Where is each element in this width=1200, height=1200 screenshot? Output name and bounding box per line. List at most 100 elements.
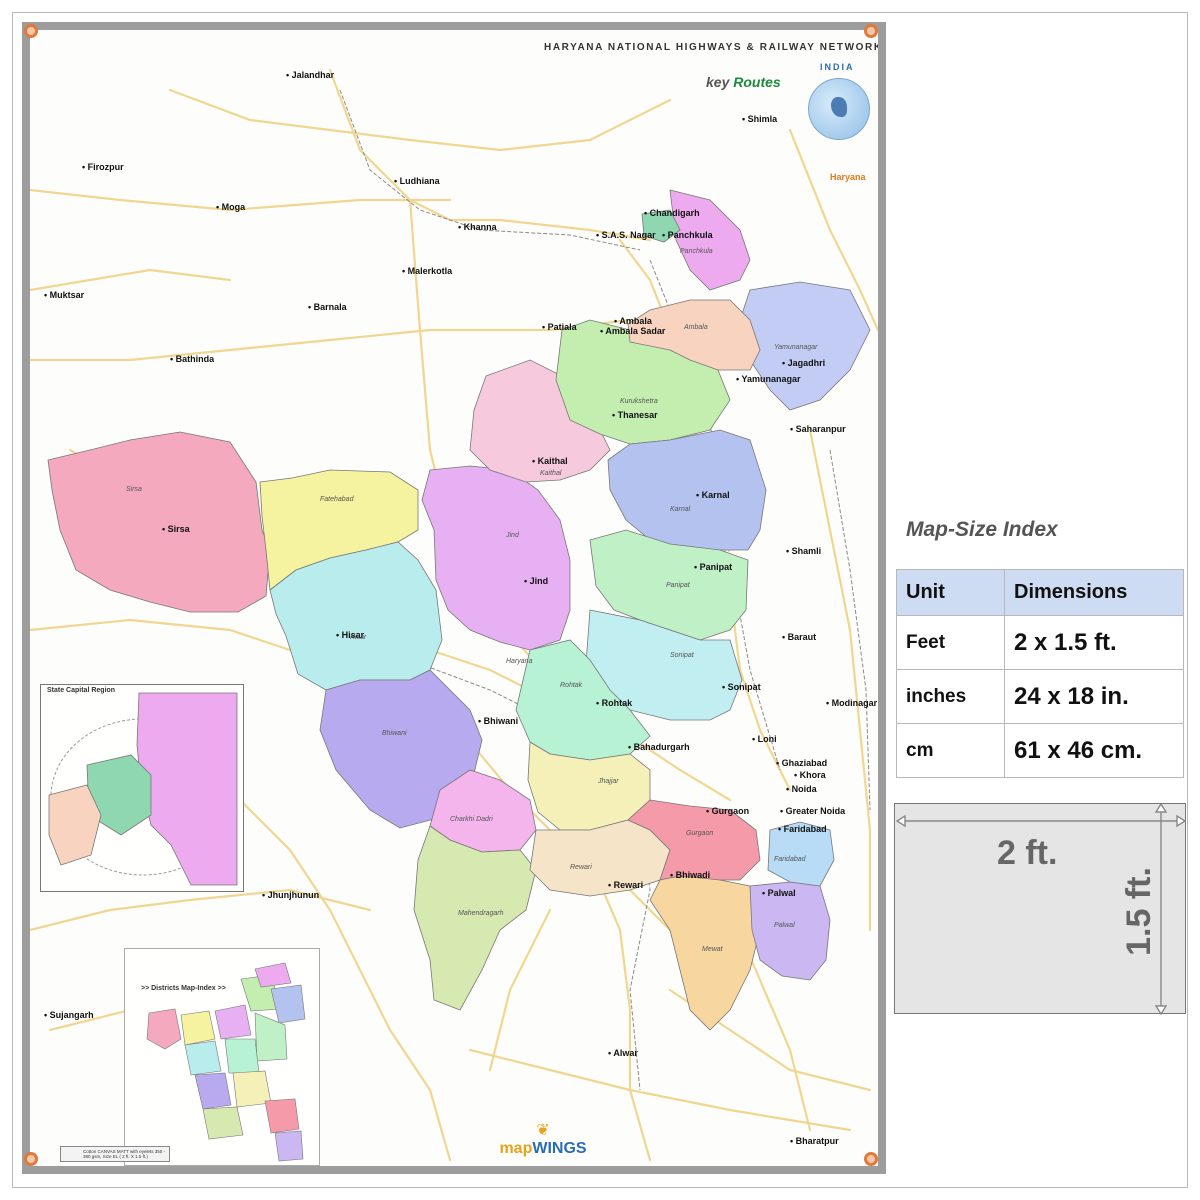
unit-cell: inches: [896, 669, 1005, 724]
district-label: Charkhi Dadri: [450, 816, 493, 823]
city-label: • Ghaziabad: [776, 758, 828, 768]
district-label: Gurgaon: [686, 830, 714, 837]
unit-cell: Feet: [896, 615, 1005, 670]
city-label: • Modinagar: [826, 698, 878, 708]
state-capital-region-inset[interactable]: State Capital Region: [40, 684, 244, 892]
height-label: 1.5 ft.: [1119, 867, 1158, 956]
district-label: Faridabad: [774, 856, 806, 863]
city-label: • Kaithal: [532, 456, 568, 466]
globe-icon: [808, 78, 870, 140]
district-label: Bhiwani: [382, 730, 407, 737]
district-jind: [421, 465, 571, 651]
district-label: Mahendragarh: [458, 910, 504, 917]
city-label: • Noida: [786, 784, 817, 794]
district-label: Palwal: [774, 922, 795, 929]
city-label: • Gurgaon: [706, 806, 750, 816]
eyelet-icon: [864, 1152, 878, 1166]
width-label: 2 ft.: [997, 834, 1058, 872]
district-label: Rewari: [570, 864, 592, 871]
district-label: Fatehabad: [320, 496, 354, 503]
district-label: Sonipat: [670, 652, 694, 659]
logo-prefix: map: [499, 1140, 533, 1157]
city-label: • Panipat: [694, 562, 733, 572]
district-mahendragarh: [413, 825, 537, 1011]
logo-text: mapWINGS: [488, 1140, 598, 1158]
city-label: • Shamli: [786, 546, 822, 556]
city-label: • Yamunanagar: [736, 374, 801, 384]
brand-key-text: key: [706, 74, 730, 90]
eyelet-icon: [864, 24, 878, 38]
unit-cell: cm: [896, 723, 1005, 778]
district-sirsa: [47, 431, 271, 613]
dimension-cell: 24 x 18 in.: [1004, 669, 1184, 724]
map-canvas[interactable]: HARYANA NATIONAL HIGHWAYS & RAILWAY NETW…: [30, 30, 878, 1166]
city-label: • Loni: [752, 734, 777, 744]
city-label: • Sujangarh: [44, 1010, 94, 1020]
district-label: Kurukshetra: [620, 398, 658, 405]
district-panchkula: [669, 189, 751, 291]
city-label: • Bhiwani: [478, 716, 519, 726]
district-label: Jind: [506, 532, 519, 539]
city-label: • Baraut: [782, 632, 817, 642]
district-label: Panipat: [666, 582, 690, 589]
header-unit: Unit: [896, 569, 1005, 616]
size-table: Unit Dimensions Feet 2 x 1.5 ft. inches …: [896, 569, 1184, 778]
city-label: • Sonipat: [722, 682, 761, 692]
city-label: • Saharanpur: [790, 424, 846, 434]
city-label: • Ambala Sadar: [600, 326, 666, 336]
city-label: • Bahadurgarh: [628, 742, 690, 752]
city-label: • Moga: [216, 202, 246, 212]
city-label: • Bharatpur: [790, 1136, 839, 1146]
table-row: cm 61 x 46 cm.: [896, 723, 1184, 778]
city-label: • Jind: [524, 576, 549, 586]
city-label: • Chandigarh: [644, 208, 700, 218]
city-label: • Greater Noida: [780, 806, 846, 816]
logo-suffix: WINGS: [532, 1140, 587, 1157]
district-label: Yamunanagar: [774, 344, 818, 351]
city-label: • Khora: [794, 770, 826, 780]
city-label: • Bathinda: [170, 354, 215, 364]
district-label: Ambala: [684, 324, 708, 331]
city-label: • Thanesar: [612, 410, 658, 420]
butterfly-icon: ❦: [536, 1122, 550, 1139]
district-label: Mewat: [702, 946, 723, 953]
key-routes-logo: key Routes: [706, 74, 781, 90]
city-label: • Jalandhar: [286, 70, 335, 80]
district-label: Rohtak: [560, 682, 583, 689]
brand-routes-text: Routes: [733, 74, 781, 90]
eyelet-icon: [24, 24, 38, 38]
header-dimensions: Dimensions: [1004, 569, 1184, 616]
material-note: Cotton CANVAS MATT with eyelets 350 - 38…: [60, 1146, 170, 1162]
table-row: inches 24 x 18 in.: [896, 669, 1184, 724]
city-label: • Malerkotla: [402, 266, 453, 276]
eyelet-icon: [24, 1152, 38, 1166]
district-label: Panchkula: [680, 248, 713, 255]
district-label: Sirsa: [126, 486, 142, 493]
city-label: • S.A.S. Nagar: [596, 230, 656, 240]
map-title: HARYANA NATIONAL HIGHWAYS & RAILWAY NETW…: [544, 42, 878, 53]
dimension-cell: 61 x 46 cm.: [1004, 723, 1184, 778]
dimension-cell: 2 x 1.5 ft.: [1004, 615, 1184, 670]
city-label: • Shimla: [742, 114, 778, 124]
table-row: Feet 2 x 1.5 ft.: [896, 615, 1184, 670]
district-label: Haryana: [506, 658, 533, 665]
city-label: • Firozpur: [82, 162, 124, 172]
district-label: Karnal: [670, 506, 691, 513]
city-label: • Barnala: [308, 302, 347, 312]
haryana-locator-label: Haryana: [830, 172, 866, 182]
city-label: • Alwar: [608, 1048, 638, 1058]
map-size-index-title: Map-Size Index: [906, 518, 1058, 541]
city-label: • Muktsar: [44, 290, 85, 300]
city-label: • Sirsa: [162, 524, 190, 534]
city-label: • Ludhiana: [394, 176, 440, 186]
city-label: • Panchkula: [662, 230, 713, 240]
map-panel: HARYANA NATIONAL HIGHWAYS & RAILWAY NETW…: [22, 22, 886, 1174]
districts-map-index[interactable]: >> Districts Map-Index >>: [124, 948, 320, 1166]
district-label: Hisar: [350, 634, 367, 641]
city-label: • Faridabad: [778, 824, 827, 834]
mapwings-logo: ❦ mapWINGS: [488, 1120, 598, 1158]
size-diagram: 2 ft. 1.5 ft.: [894, 803, 1187, 1015]
size-table-header: Unit Dimensions: [896, 569, 1184, 616]
district-mewat: [649, 875, 761, 1031]
city-label: • Rewari: [608, 880, 644, 890]
